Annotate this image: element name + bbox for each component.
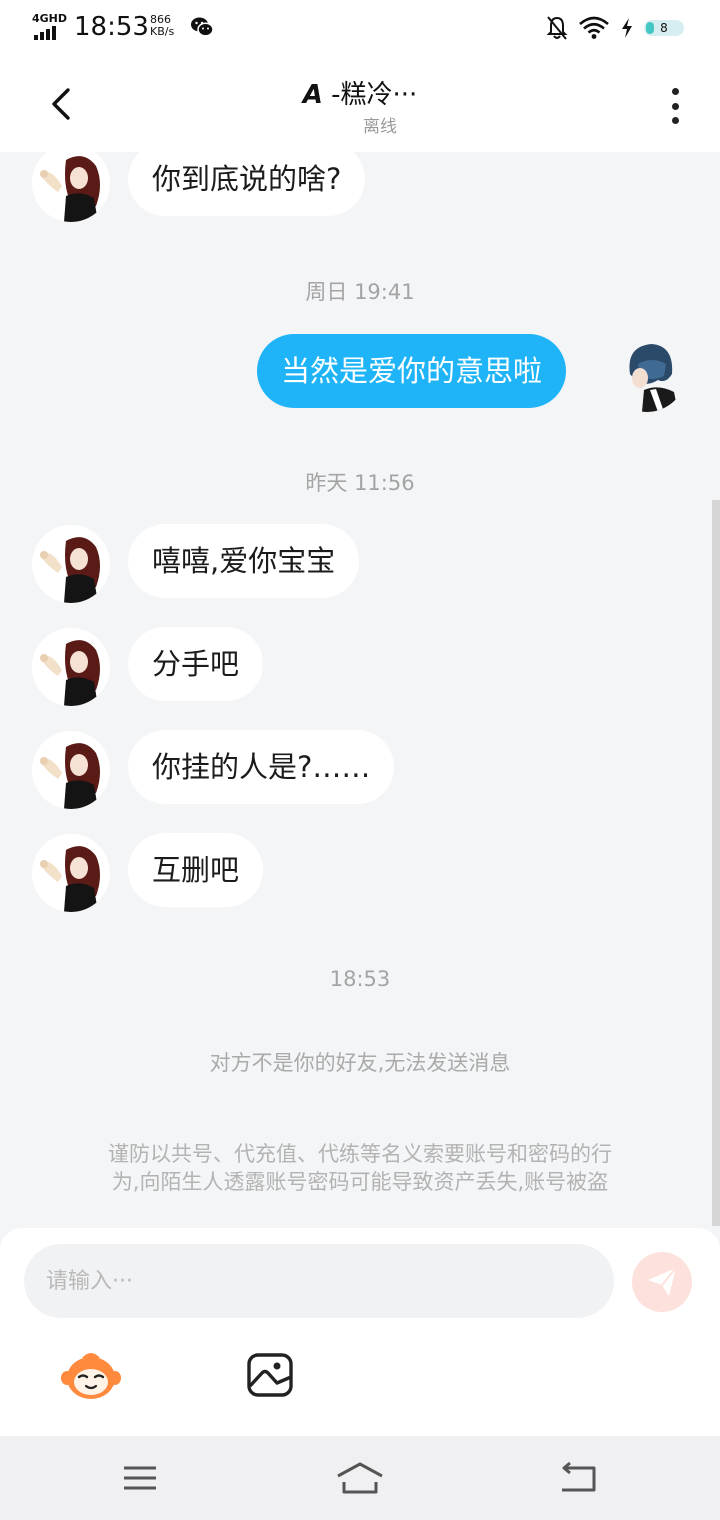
contact-avatar[interactable]	[32, 628, 110, 706]
contact-avatar[interactable]	[32, 152, 110, 222]
my-message-bubble[interactable]: 当然是爱你的意思啦	[257, 334, 567, 408]
status-bar: 4GHD 18:53 866 KB/s 8	[0, 0, 720, 56]
contact-avatar[interactable]	[32, 834, 110, 912]
contact-name: 𝘼 -糕冷···	[302, 80, 418, 110]
boy-avatar-icon	[608, 334, 686, 412]
input-panel	[0, 1228, 720, 1436]
status-icons: 8	[546, 14, 684, 42]
message-bubble[interactable]: 分手吧	[128, 627, 264, 701]
not-friend-notice: 对方不是你的好友,无法发送消息	[209, 1051, 511, 1075]
send-button[interactable]	[632, 1252, 692, 1312]
security-warning: 谨防以共号、代充值、代练等名义索要账号和密码的行 为,向陌生人透露账号密码可能导…	[55, 1140, 665, 1196]
message-timestamp: 昨天 11:56	[305, 471, 415, 495]
network-speed-unit: KB/s	[150, 25, 175, 38]
more-vertical-icon[interactable]	[660, 86, 690, 126]
message-bubble[interactable]: 你挂的人是?……	[128, 730, 395, 804]
girl-avatar-icon	[32, 152, 110, 222]
send-icon	[648, 1267, 677, 1296]
home-icon[interactable]	[334, 1456, 386, 1500]
contact-avatar[interactable]	[32, 525, 110, 603]
network-speed: 866 KB/s	[150, 14, 174, 38]
bell-off-icon	[546, 16, 568, 40]
message-bubble[interactable]: 互删吧	[128, 833, 264, 907]
message-bubble[interactable]: 嘻嘻,爱你宝宝	[128, 524, 360, 598]
image-icon[interactable]	[246, 1352, 294, 1398]
network-type: 4GHD	[32, 12, 68, 25]
battery-level: 8	[660, 21, 668, 35]
girl-avatar-icon	[32, 834, 110, 912]
warning-line: 谨防以共号、代充值、代练等名义索要账号和密码的行	[108, 1142, 612, 1166]
signal-indicator: 4GHD	[32, 12, 68, 40]
wifi-icon	[579, 16, 609, 39]
message-input[interactable]	[24, 1244, 614, 1318]
my-avatar[interactable]	[608, 334, 686, 412]
message-bubble[interactable]: 你到底说的啥?	[128, 152, 366, 216]
message-timestamp: 周日 19:41	[305, 280, 415, 304]
chat-scrollbar[interactable]	[712, 500, 720, 1226]
contact-avatar[interactable]	[32, 731, 110, 809]
chat-header: 𝘼 -糕冷··· 离线	[0, 56, 720, 152]
signal-bars-icon	[34, 26, 56, 40]
battery-icon: 8	[644, 20, 684, 36]
menu-icon[interactable]	[114, 1456, 166, 1500]
girl-avatar-icon	[32, 525, 110, 603]
emoji-mascot-icon[interactable]	[60, 1350, 122, 1402]
warning-line: 为,向陌生人透露账号密码可能导致资产丢失,账号被盗	[111, 1170, 609, 1194]
message-timestamp: 18:53	[329, 967, 391, 991]
back-icon[interactable]	[554, 1456, 606, 1500]
system-nav-bar	[0, 1436, 720, 1520]
girl-avatar-icon	[32, 628, 110, 706]
contact-status: 离线	[363, 117, 397, 137]
status-time: 18:53	[74, 12, 149, 42]
wechat-icon	[191, 17, 214, 37]
chat-area[interactable]: 你到底说的啥? 周日 19:41 当然是爱你的意思啦 昨天 11:56 嘻嘻,爱…	[0, 152, 720, 1228]
girl-avatar-icon	[32, 731, 110, 809]
charging-icon	[622, 18, 632, 38]
